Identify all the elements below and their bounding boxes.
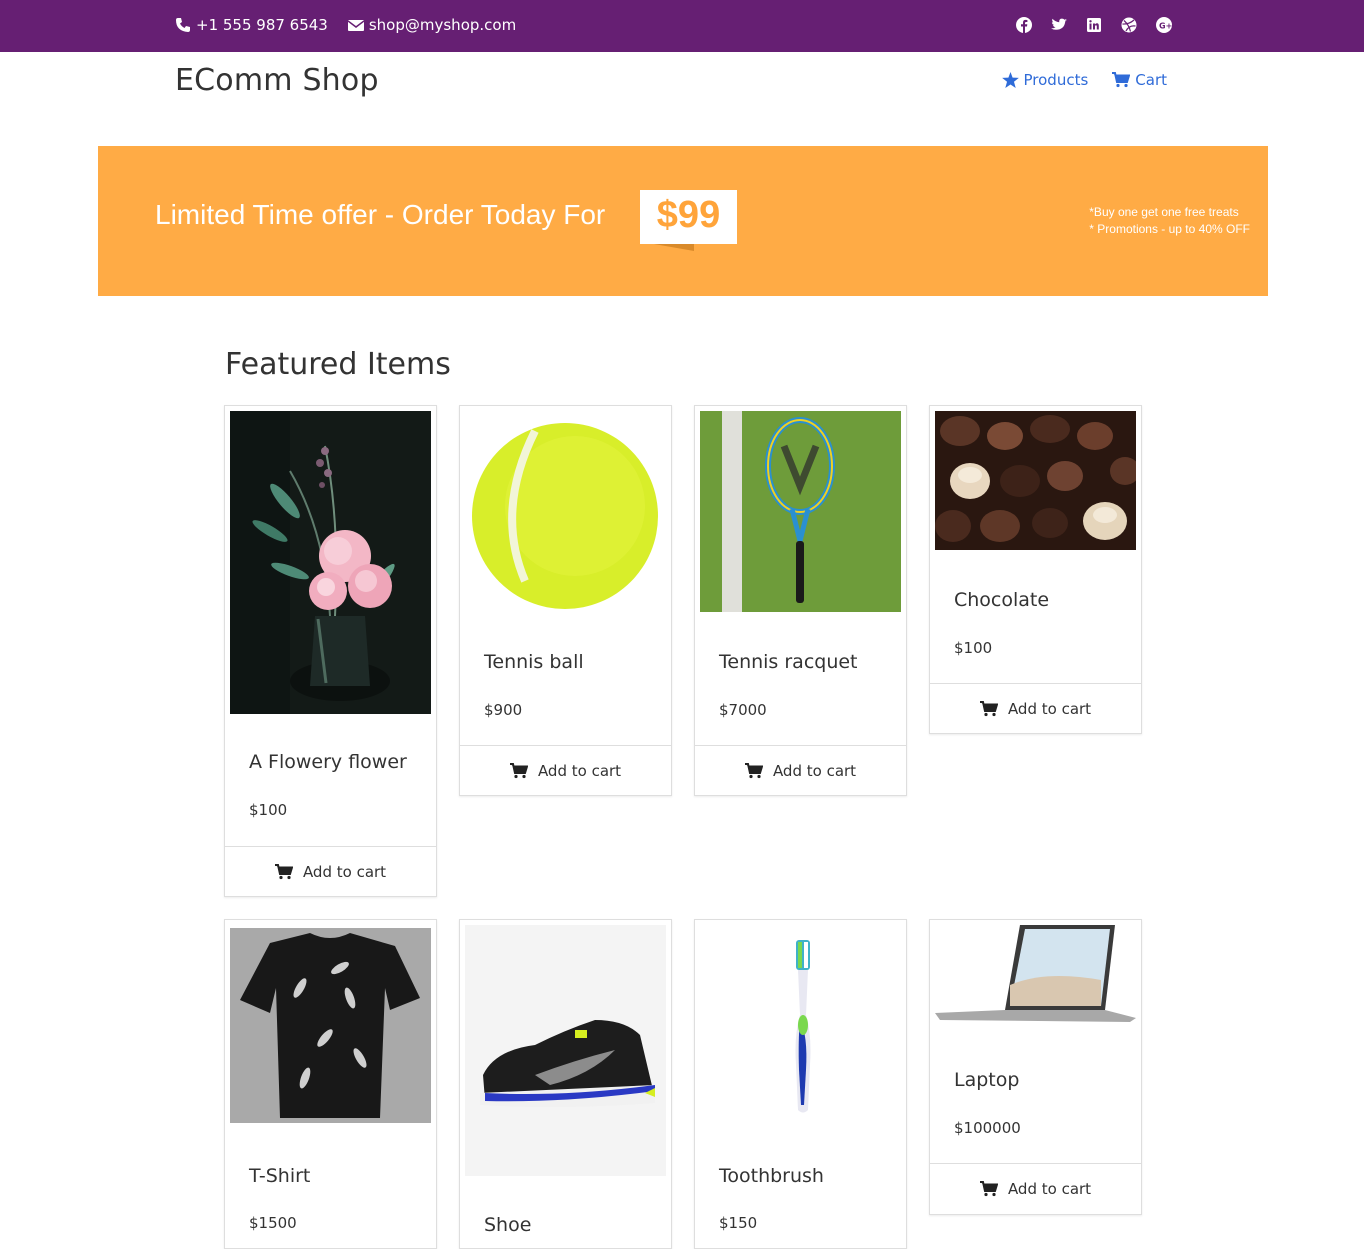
promo-banner[interactable]: Limited Time offer - Order Today For $99… [98,146,1268,296]
phone-icon [176,18,190,32]
product-image-shoe[interactable] [465,925,666,1176]
product-card: Toothbrush $150 [694,919,907,1249]
banner-price-tag: $99 [640,190,737,251]
add-to-cart-button[interactable]: Add to cart [695,745,906,795]
add-to-cart-label: Add to cart [302,862,387,881]
nav-cart-label: Cart [1135,71,1167,89]
product-image-laptop[interactable] [935,925,1136,1045]
product-image-toothbrush[interactable] [700,925,901,1126]
email-address: shop@myshop.com [368,16,517,34]
svg-text:G+: G+ [1159,21,1172,30]
cart-icon [979,1180,998,1196]
product-price: $900 [484,701,523,719]
product-price: $100000 [954,1119,1021,1137]
banner-price: $99 [656,194,721,236]
product-image-tennis-racquet[interactable] [700,411,901,612]
phone-number: +1 555 987 6543 [196,16,328,34]
product-card: T-Shirt $1500 [224,919,437,1249]
cart-icon [274,863,293,879]
product-image-t-shirt[interactable] [230,928,431,1123]
product-image-chocolate[interactable] [935,411,1136,550]
product-card: Chocolate $100 Add to cart [929,405,1142,734]
product-price: $1500 [249,1214,297,1232]
product-card: Tennis racquet $7000 Add to cart [694,405,907,796]
banner-promos: *Buy one get one free treats * Promotion… [1089,204,1250,238]
product-name[interactable]: Chocolate [954,589,1049,611]
product-image-tennis-ball[interactable] [465,411,666,612]
top-bar: +1 555 987 6543 shop@myshop.com G+ [0,0,1364,52]
product-card: A Flowery flower $100 Add to cart [224,405,437,897]
product-name[interactable]: Tennis racquet [719,651,858,673]
cart-icon [979,700,998,716]
cart-icon [744,762,763,778]
product-name[interactable]: Shoe [484,1214,531,1236]
add-to-cart-button[interactable]: Add to cart [930,683,1141,733]
product-price: $100 [249,801,288,819]
banner-headline: Limited Time offer - Order Today For [155,199,606,230]
add-to-cart-label: Add to cart [537,761,622,780]
brand-logo[interactable]: EComm Shop [175,63,379,98]
email-contact[interactable]: shop@myshop.com [347,16,517,34]
promo-line-2: * Promotions - up to 40% OFF [1089,222,1250,236]
product-image-flower[interactable] [230,411,431,714]
product-name[interactable]: T-Shirt [249,1165,310,1187]
product-name[interactable]: Laptop [954,1069,1019,1091]
product-card: Laptop $100000 Add to cart [929,919,1142,1215]
promo-line-1: *Buy one get one free treats [1089,205,1239,219]
add-to-cart-label: Add to cart [1007,699,1092,718]
dribbble-icon[interactable] [1121,17,1137,33]
nav-products-label: Products [1023,71,1089,89]
main-nav: Products Cart [1001,71,1167,89]
contact-info: +1 555 987 6543 shop@myshop.com [175,16,516,34]
product-name[interactable]: Toothbrush [719,1165,824,1187]
nav-products-link[interactable]: Products [1001,71,1089,89]
google-plus-icon[interactable]: G+ [1156,17,1172,33]
product-price: $150 [719,1214,758,1232]
add-to-cart-button[interactable]: Add to cart [930,1163,1141,1213]
featured-title: Featured Items [225,347,451,382]
phone-contact[interactable]: +1 555 987 6543 [175,16,328,34]
add-to-cart-button[interactable]: Add to cart [460,745,671,795]
linkedin-icon[interactable] [1086,17,1102,33]
product-card: Shoe [459,919,672,1249]
product-name[interactable]: Tennis ball [484,651,584,673]
price-tag-tail [654,244,694,251]
social-links: G+ [1016,17,1172,33]
cart-icon [509,762,528,778]
twitter-icon[interactable] [1051,17,1067,33]
facebook-icon[interactable] [1016,17,1032,33]
cart-icon [1112,72,1131,88]
add-to-cart-button[interactable]: Add to cart [225,846,436,896]
product-price: $7000 [719,701,767,719]
add-to-cart-label: Add to cart [1007,1179,1092,1198]
add-to-cart-label: Add to cart [772,761,857,780]
star-icon [1001,72,1019,88]
product-card: Tennis ball $900 Add to cart [459,405,672,796]
product-name[interactable]: A Flowery flower [249,751,407,773]
nav-cart-link[interactable]: Cart [1112,71,1167,89]
envelope-icon [347,19,364,31]
product-price: $100 [954,639,993,657]
